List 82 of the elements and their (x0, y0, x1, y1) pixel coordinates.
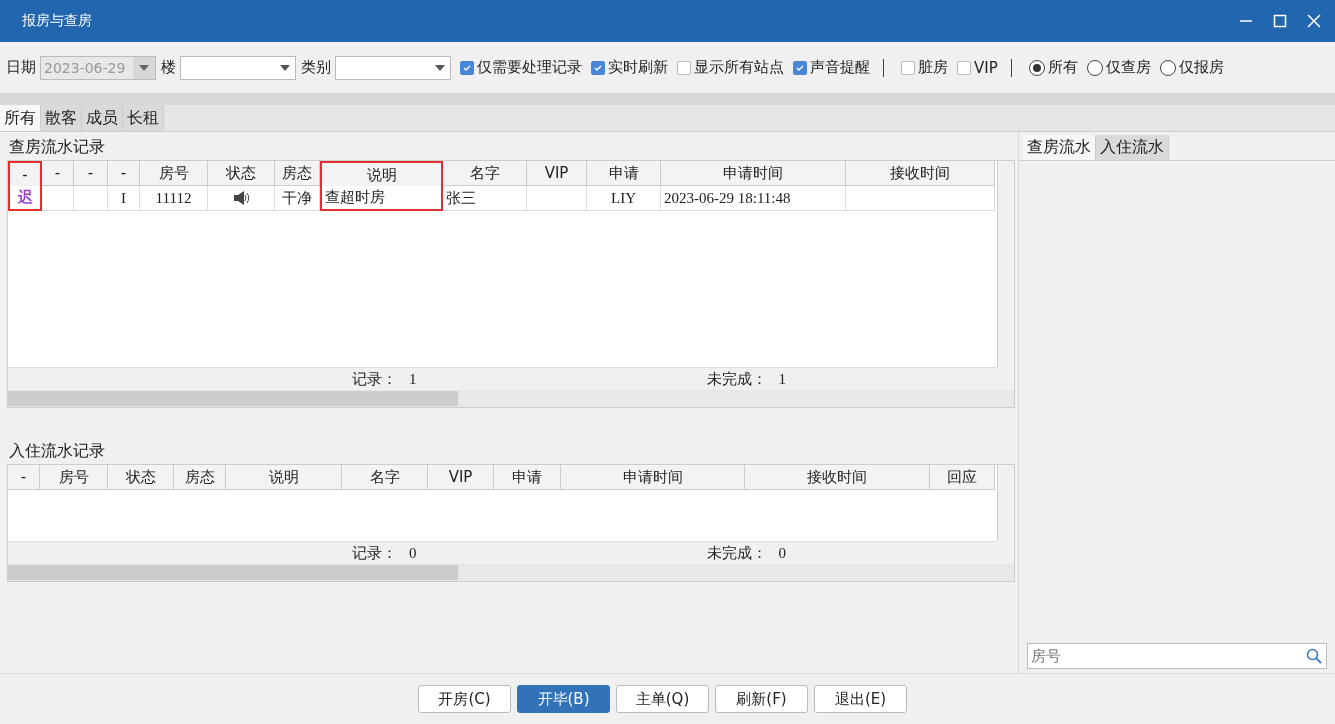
radio-option[interactable]: 仅查房 (1086, 58, 1151, 77)
column-header[interactable]: 状态 (208, 161, 275, 186)
table-cell: I (108, 186, 140, 211)
table-cell: LIY (587, 186, 661, 211)
records-count: 0 (409, 544, 417, 562)
column-header[interactable]: 接收时间 (745, 465, 930, 490)
checkbox-option[interactable]: 声音提醒 (793, 58, 870, 77)
column-header[interactable]: 名字 (342, 465, 428, 490)
column-header[interactable]: 房态 (275, 161, 320, 186)
maximize-icon[interactable] (1273, 14, 1287, 28)
column-header[interactable]: - (108, 161, 140, 186)
column-header[interactable]: 接收时间 (846, 161, 995, 186)
checkbox-option[interactable]: 实时刷新 (591, 58, 668, 77)
dropdown-field[interactable] (335, 55, 451, 80)
table-row[interactable]: 迟 I 11112 干净 查超时房 张三 LIY 2023-06-29 18:11:48 (8, 186, 997, 211)
search-field[interactable]: 房号 (1028, 645, 1306, 667)
table-cell: 迟 (8, 186, 42, 211)
filter-label: 楼 (161, 58, 176, 77)
records-count: 1 (409, 370, 417, 388)
table-cell: 2023-06-29 18:11:48 (661, 186, 846, 211)
section-title: 查房流水记录 (8, 136, 106, 158)
column-header[interactable]: 房号 (40, 465, 108, 490)
table-cell: 查超时房 (320, 186, 443, 211)
dropdown-field[interactable] (180, 55, 296, 80)
table-cell (42, 186, 74, 211)
records-label: 记录： (352, 543, 397, 563)
pending-label: 未完成： (706, 543, 767, 563)
tab[interactable]: 所有 (0, 105, 41, 131)
table-cell: 11112 (140, 186, 208, 211)
tab[interactable]: 散客 (41, 105, 82, 131)
column-header[interactable]: 回应 (930, 465, 995, 490)
column-header[interactable]: - (8, 465, 40, 490)
column-header[interactable]: 名字 (443, 161, 527, 186)
column-header[interactable]: 房号 (140, 161, 208, 186)
speaker-icon (232, 189, 250, 207)
filter-label: 类别 (301, 58, 331, 77)
action-button[interactable]: 退出(E) (814, 685, 907, 713)
column-header[interactable]: - (42, 161, 74, 186)
tab[interactable]: 长租 (123, 105, 164, 131)
column-header[interactable]: 申请 (587, 161, 661, 186)
scrollbar-thumb[interactable] (8, 391, 458, 406)
column-header[interactable]: - (74, 161, 108, 186)
column-header[interactable]: 申请时间 (561, 465, 745, 490)
table-cell (527, 186, 587, 211)
table-cell (74, 186, 108, 211)
action-button[interactable]: 开毕(B) (517, 685, 610, 713)
pending-count: 0 (778, 544, 786, 562)
records-label: 记录： (352, 369, 397, 389)
radio-option[interactable]: 仅报房 (1159, 58, 1224, 77)
window-title: 报房与查房 (22, 12, 92, 30)
tab[interactable]: 入住流水 (1096, 135, 1169, 160)
scrollbar-thumb[interactable] (8, 565, 458, 580)
column-header[interactable]: 说明 (226, 465, 342, 490)
pending-label: 未完成： (706, 369, 767, 389)
close-icon[interactable] (1307, 14, 1321, 28)
column-header[interactable]: 状态 (108, 465, 174, 490)
column-header[interactable]: 申请 (494, 465, 561, 490)
search-box[interactable]: 房号 (1027, 643, 1327, 669)
checkbox-option[interactable]: 仅需要处理记录 (460, 58, 582, 77)
table-cell: 张三 (443, 186, 527, 211)
section-title: 入住流水记录 (8, 440, 106, 462)
table-cell: 干净 (275, 186, 320, 211)
radio-option[interactable]: 所有 (1028, 58, 1078, 77)
tab[interactable]: 查房流水 (1023, 135, 1096, 160)
tab[interactable]: 成员 (82, 105, 123, 131)
date-label: 日期 (6, 58, 36, 77)
action-button[interactable]: 开房(C) (418, 685, 511, 713)
checkbox-option[interactable]: VIP (957, 58, 998, 77)
action-button[interactable]: 刷新(F) (715, 685, 808, 713)
column-header[interactable]: VIP (428, 465, 494, 490)
column-header[interactable]: 申请时间 (661, 161, 846, 186)
search-icon[interactable] (1306, 648, 1322, 664)
caret-icon[interactable] (280, 64, 290, 71)
caret-icon[interactable] (435, 64, 445, 71)
column-header[interactable]: 说明 (320, 161, 443, 186)
pending-count: 1 (778, 370, 786, 388)
checkbox-option[interactable]: 显示所有站点 (677, 58, 784, 77)
checkbox-option[interactable]: 脏房 (901, 58, 948, 77)
action-button[interactable]: 主单(Q) (616, 685, 709, 713)
column-header[interactable]: 房态 (174, 465, 226, 490)
column-header[interactable]: - (8, 161, 42, 186)
column-header[interactable]: VIP (527, 161, 587, 186)
